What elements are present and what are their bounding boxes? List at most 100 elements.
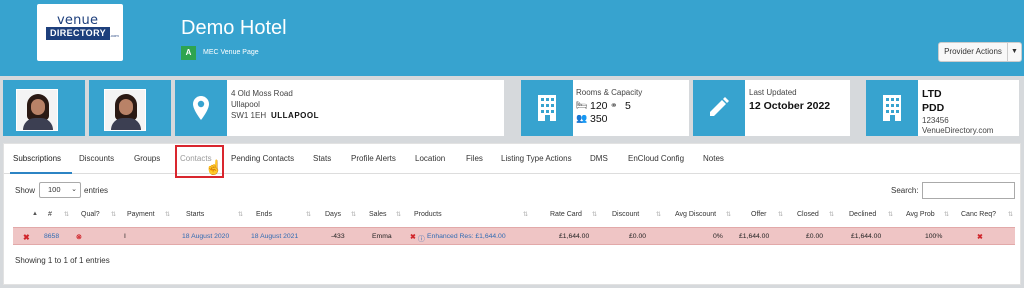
capacity-count: 5 (625, 100, 631, 112)
column-header-avg-prob[interactable]: Avg Prob (906, 211, 935, 218)
last-updated-card: Last Updated 12 October 2022 (693, 80, 850, 136)
avatar[interactable] (104, 89, 146, 131)
building-icon (538, 95, 556, 121)
location-pin-icon (193, 96, 209, 120)
tab-files[interactable]: Files (466, 154, 483, 163)
subscription-id-link[interactable]: 8658 (44, 233, 59, 240)
starts-cell[interactable]: 18 August 2020 (182, 233, 229, 240)
column-header-id[interactable]: # (48, 211, 52, 218)
column-header-payment[interactable]: Payment (127, 211, 155, 218)
sort-asc-icon[interactable]: ▲ (32, 211, 38, 217)
column-header-closed[interactable]: Closed (797, 211, 819, 218)
page-size-value: 100 (48, 185, 61, 194)
payment-cell: I (124, 233, 126, 240)
company-card: LTD PDD 123456 VenueDirectory.com (866, 80, 1019, 136)
address-card: 4 Old Moss Road Ullapool SW1 1EH ULLAPOO… (175, 80, 504, 136)
sort-icon[interactable]: ⇅ (111, 211, 116, 218)
column-header-canc-req[interactable]: Canc Req? (961, 211, 996, 218)
address-postcode: SW1 1EH (231, 111, 267, 120)
rooms-count: 120 (590, 100, 608, 112)
sort-icon[interactable]: ⇅ (1008, 211, 1013, 218)
sort-icon[interactable]: ⇅ (165, 211, 170, 218)
table-info: Showing 1 to 1 of 1 entries (15, 256, 110, 265)
column-header-starts[interactable]: Starts (186, 211, 204, 218)
tab-stats[interactable]: Stats (313, 154, 331, 163)
column-header-offer[interactable]: Offer (751, 211, 766, 218)
logo-venue-text: venue (57, 13, 99, 28)
sort-icon[interactable]: ⇅ (592, 211, 597, 218)
venue-directory-logo[interactable]: venue DIRECTORY .com (37, 4, 123, 61)
tab-dms[interactable]: DMS (590, 154, 608, 163)
column-header-products[interactable]: Products (414, 211, 442, 218)
company-level: PDD (922, 102, 945, 114)
company-website: VenueDirectory.com (922, 126, 994, 135)
sort-icon[interactable]: ⇅ (396, 211, 401, 218)
tab-pending-contacts[interactable]: Pending Contacts (231, 154, 294, 163)
sort-icon[interactable]: ⇅ (523, 211, 528, 218)
column-header-qual[interactable]: Qual? (81, 211, 100, 218)
tab-profile-alerts[interactable]: Profile Alerts (351, 154, 396, 163)
tab-discounts[interactable]: Discounts (79, 154, 114, 163)
discount-cell: £0.00 (629, 233, 647, 240)
last-updated-date: 12 October 2022 (749, 100, 831, 112)
logo-com-text: .com (110, 33, 119, 38)
company-number: 123456 (922, 116, 949, 125)
address-town: ULLAPOOL (271, 111, 319, 120)
search-input[interactable] (922, 182, 1015, 199)
sort-icon[interactable]: ⇅ (944, 211, 949, 218)
page-title: Demo Hotel (181, 17, 287, 39)
people-icon: 👥 (576, 113, 588, 123)
building-icon (883, 95, 901, 121)
column-header-declined[interactable]: Declined (849, 211, 876, 218)
active-tab-indicator (10, 172, 72, 174)
cancel-request-icon[interactable]: ✖ (977, 233, 983, 241)
sort-icon[interactable]: ⇅ (238, 211, 243, 218)
tab-location[interactable]: Location (415, 154, 445, 163)
rooms-capacity-title: Rooms & Capacity (576, 88, 643, 97)
tab-subscriptions[interactable]: Subscriptions (13, 154, 61, 163)
info-icon[interactable]: ⓘ (418, 233, 425, 243)
mec-venue-page-label: MEC Venue Page (203, 49, 259, 56)
provider-actions-label[interactable]: Provider Actions (939, 43, 1008, 61)
entries-label: entries (84, 186, 109, 195)
delete-row-icon[interactable]: ✖ (23, 233, 30, 242)
chevron-down-icon: ⌄ (71, 186, 77, 193)
sort-icon[interactable]: ⇅ (829, 211, 834, 218)
sort-icon[interactable]: ⇅ (306, 211, 311, 218)
search-label: Search: (891, 186, 919, 195)
ends-cell[interactable]: 18 August 2021 (251, 233, 298, 240)
column-header-rate-card[interactable]: Rate Card (550, 211, 582, 218)
avatar[interactable] (16, 89, 58, 131)
column-header-discount[interactable]: Discount (612, 211, 639, 218)
tab-listing-type-actions[interactable]: Listing Type Actions (501, 154, 572, 163)
closed-cell: £0.00 (806, 233, 824, 240)
logo-directory-text: DIRECTORY (46, 27, 110, 40)
tab-encloud-config[interactable]: EnCloud Config (628, 154, 684, 163)
sort-icon[interactable]: ⇅ (656, 211, 661, 218)
column-header-avg-discount[interactable]: Avg Discount (675, 211, 716, 218)
product-cell[interactable]: Enhanced Res: £1,644.00 (427, 233, 506, 240)
sort-icon[interactable]: ⇅ (726, 211, 731, 218)
bed-icon: 🛏 (576, 100, 588, 110)
page-size-select[interactable]: 100 ⌄ (39, 182, 81, 198)
days-cell: -433 (331, 233, 345, 240)
chevron-down-icon[interactable]: ▼ (1008, 43, 1021, 61)
sort-icon[interactable]: ⇅ (64, 211, 69, 218)
sort-icon[interactable]: ⇅ (888, 211, 893, 218)
sort-icon[interactable]: ⇅ (351, 211, 356, 218)
tab-notes[interactable]: Notes (703, 154, 724, 163)
contact-card-1[interactable] (3, 80, 85, 136)
column-header-days[interactable]: Days (325, 211, 341, 218)
provider-actions-button[interactable]: Provider Actions ▼ (938, 42, 1022, 62)
address-line-1: 4 Old Moss Road (231, 89, 293, 98)
column-header-ends[interactable]: Ends (256, 211, 272, 218)
company-type: LTD (922, 88, 942, 100)
last-updated-title: Last Updated (749, 88, 797, 97)
contact-card-2[interactable] (89, 80, 171, 136)
tab-bar: Subscriptions Discounts Groups Contacts … (4, 144, 1020, 178)
sort-icon[interactable]: ⇅ (778, 211, 783, 218)
column-header-sales[interactable]: Sales (369, 211, 387, 218)
remove-product-icon[interactable]: ✖ (410, 233, 416, 241)
avg-prob-cell: 100% (925, 233, 943, 240)
tab-groups[interactable]: Groups (134, 154, 160, 163)
